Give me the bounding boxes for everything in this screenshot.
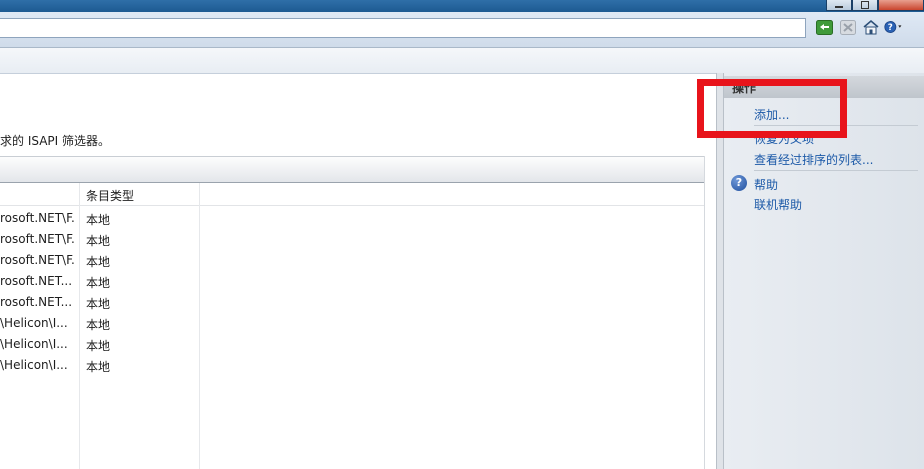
minimize-button[interactable] — [826, 0, 852, 11]
highlight-box — [697, 79, 847, 138]
window-controls — [826, 0, 924, 11]
table-row[interactable]: \Helicon\I... 本地 — [0, 313, 704, 334]
table-row[interactable]: rosoft.NET... 本地 — [0, 292, 704, 313]
minimize-icon — [835, 6, 843, 8]
cell-path: rosoft.NET\F... — [0, 232, 76, 246]
group-header[interactable] — [0, 156, 704, 183]
help-link[interactable]: 帮助 — [754, 176, 778, 193]
table-row[interactable]: rosoft.NET\F... 本地 — [0, 208, 704, 229]
cell-path: rosoft.NET... — [0, 274, 73, 288]
address-input[interactable] — [0, 18, 806, 38]
column-header-entry-type[interactable]: 条目类型 — [86, 187, 134, 204]
close-button[interactable] — [878, 0, 924, 11]
online-help-link[interactable]: 联机帮助 — [754, 196, 802, 213]
help-icon: ? — [884, 21, 902, 33]
cell-entry-type: 本地 — [86, 360, 111, 374]
cell-path: \Helicon\I... — [0, 316, 68, 330]
window-title-bar — [0, 0, 924, 12]
table-row[interactable]: rosoft.NET\F... 本地 — [0, 229, 704, 250]
cell-path: rosoft.NET\F... — [0, 211, 76, 225]
table-row[interactable]: rosoft.NET\F... 本地 — [0, 250, 704, 271]
cell-entry-type: 本地 — [86, 297, 111, 311]
cell-path: \Helicon\I... — [0, 337, 68, 351]
menu-bar — [0, 48, 924, 74]
refresh-icon[interactable] — [815, 18, 834, 36]
cell-entry-type: 本地 — [86, 318, 111, 332]
help-icon: ? — [731, 175, 747, 191]
table-row[interactable]: \Helicon\I... 本地 — [0, 334, 704, 355]
table-row[interactable]: \Helicon\I... 本地 — [0, 355, 704, 376]
table-row[interactable]: rosoft.NET... 本地 — [0, 271, 704, 292]
cell-path: rosoft.NET\F... — [0, 253, 76, 267]
navigation-bar: ? — [0, 12, 924, 48]
home-icon[interactable] — [861, 18, 880, 36]
divider — [754, 170, 918, 171]
cell-path: \Helicon\I... — [0, 358, 68, 372]
cell-entry-type: 本地 — [86, 339, 111, 353]
stop-icon[interactable] — [838, 18, 857, 36]
cell-entry-type: 本地 — [86, 234, 111, 248]
cell-path: rosoft.NET... — [0, 295, 73, 309]
help-menu-button[interactable]: ? — [884, 18, 903, 36]
page-description: 求的 ISAPI 筛选器。 — [0, 134, 110, 148]
svg-text:?: ? — [888, 23, 893, 33]
toolbar-icons: ? — [815, 18, 903, 36]
restore-icon — [861, 1, 869, 9]
maximize-button[interactable] — [852, 0, 878, 11]
cell-entry-type: 本地 — [86, 276, 111, 290]
isapi-filters-list: 条目类型 rosoft.NET\F... 本地 rosoft.NET\F... … — [0, 156, 705, 469]
cell-entry-type: 本地 — [86, 213, 111, 227]
view-ordered-list-link[interactable]: 查看经过排序的列表... — [754, 151, 873, 168]
cell-entry-type: 本地 — [86, 255, 111, 269]
